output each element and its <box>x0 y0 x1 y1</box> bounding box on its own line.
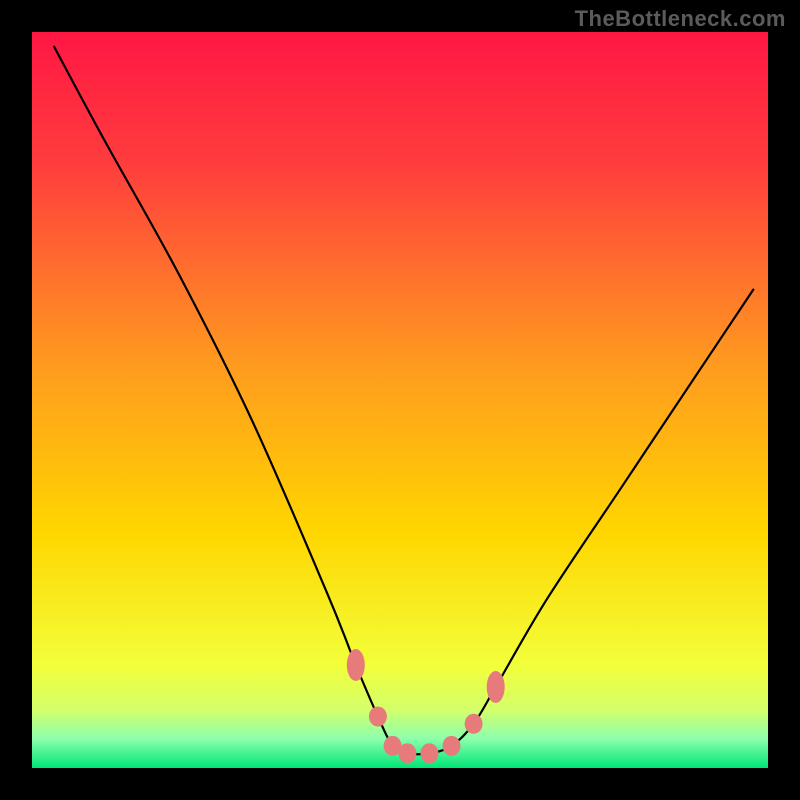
marker-blob <box>487 671 505 703</box>
marker-blob <box>443 736 461 756</box>
marker-blob <box>420 743 438 763</box>
chart-frame: TheBottleneck.com <box>0 0 800 800</box>
bottleneck-chart <box>0 0 800 800</box>
plot-background <box>32 32 768 768</box>
watermark-text: TheBottleneck.com <box>575 6 786 32</box>
marker-blob <box>465 714 483 734</box>
marker-blob <box>347 649 365 681</box>
marker-blob <box>369 707 387 727</box>
marker-blob <box>398 743 416 763</box>
